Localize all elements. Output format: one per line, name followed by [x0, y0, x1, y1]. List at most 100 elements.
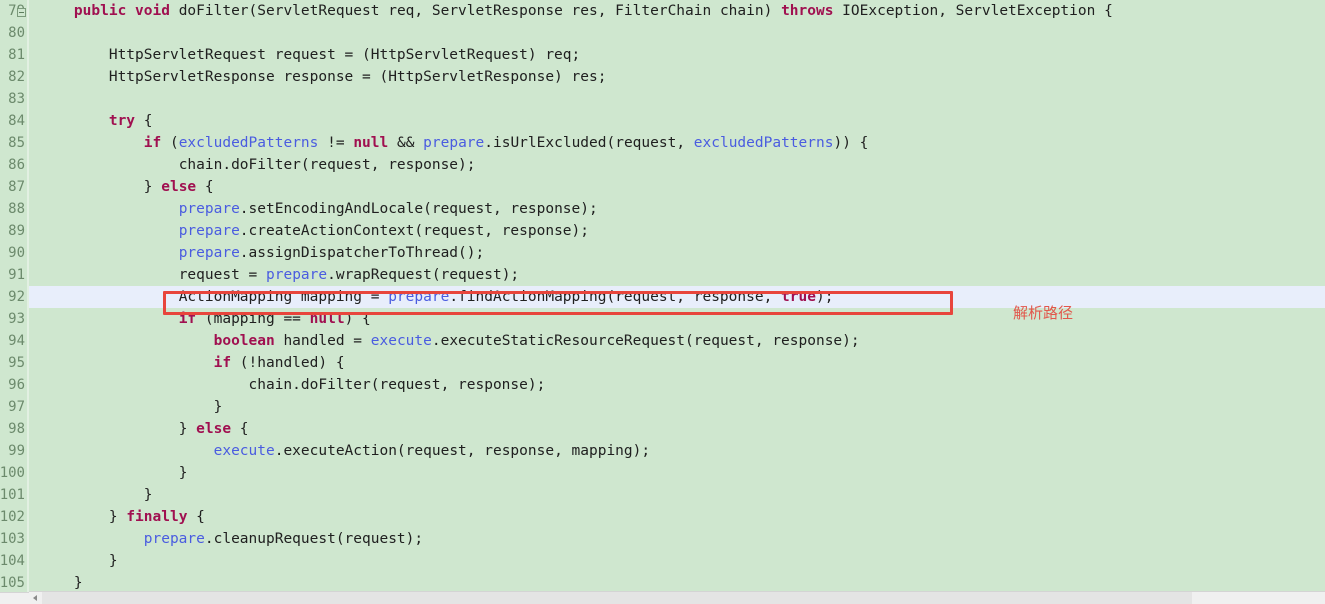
code-line[interactable]: prepare.cleanupRequest(request);: [29, 528, 1325, 550]
code-line[interactable]: HttpServletResponse response = (HttpServ…: [29, 66, 1325, 88]
code-line[interactable]: if (excludedPatterns != null && prepare.…: [29, 132, 1325, 154]
code-line[interactable]: try {: [29, 110, 1325, 132]
line-number: 96: [8, 377, 25, 393]
code-text: {: [196, 179, 214, 195]
code-field-identifier: prepare: [423, 135, 485, 151]
code-line[interactable]: } else {: [29, 418, 1325, 440]
code-keyword: if: [143, 135, 162, 151]
code-field-identifier: prepare: [143, 531, 205, 547]
code-line[interactable]: chain.doFilter(request, response);: [29, 154, 1325, 176]
horizontal-scrollbar-thumb[interactable]: [42, 592, 1192, 604]
line-number: 91: [8, 267, 25, 283]
line-number: 93: [8, 311, 25, 327]
code-line[interactable]: }: [29, 484, 1325, 506]
code-keyword: finally: [126, 509, 188, 525]
code-text: }: [178, 465, 188, 481]
code-keyword: throws: [781, 3, 834, 19]
code-text: .createActionContext(request, response);: [239, 223, 589, 239]
line-number: 103: [0, 531, 25, 547]
code-line[interactable]: execute.executeAction(request, response,…: [29, 440, 1325, 462]
horizontal-scrollbar[interactable]: [29, 591, 1325, 604]
code-text: )) {: [833, 135, 869, 151]
line-number: 102: [0, 509, 25, 525]
code-text: HttpServletRequest request = (HttpServle…: [108, 47, 581, 63]
code-line[interactable]: [29, 88, 1325, 110]
code-keyword: else: [196, 421, 232, 437]
code-line[interactable]: request = prepare.wrapRequest(request);: [29, 264, 1325, 286]
line-number: 85: [8, 135, 25, 151]
code-fold-marker-icon[interactable]: [17, 8, 26, 17]
scroll-left-arrow-icon[interactable]: [29, 592, 42, 604]
code-text: .wrapRequest(request);: [327, 267, 520, 283]
line-number: 88: [8, 201, 25, 217]
code-text: (!handled) {: [231, 355, 345, 371]
code-line[interactable]: prepare.setEncodingAndLocale(request, re…: [29, 198, 1325, 220]
code-text: }: [213, 399, 223, 415]
code-text: request =: [178, 267, 266, 283]
line-number: 83: [8, 91, 25, 107]
code-text: HttpServletResponse response = (HttpServ…: [108, 69, 607, 85]
line-number: 100: [0, 465, 25, 481]
code-text: }: [108, 509, 127, 525]
code-keyword: public: [73, 3, 127, 19]
line-number: 81: [8, 47, 25, 63]
code-keyword: else: [161, 179, 197, 195]
line-number: 104: [0, 553, 25, 569]
line-number: 105: [0, 575, 25, 591]
code-field-identifier: excludedPatterns: [178, 135, 319, 151]
code-line[interactable]: [29, 22, 1325, 44]
code-editor-view: 7980818283848586878889909192939495969798…: [0, 0, 1325, 604]
code-line[interactable]: if (!handled) {: [29, 352, 1325, 374]
code-line[interactable]: prepare.createActionContext(request, res…: [29, 220, 1325, 242]
line-number: 99: [8, 443, 25, 459]
code-keyword: null: [353, 135, 389, 151]
line-number: 92: [8, 289, 25, 305]
code-line[interactable]: boolean handled = execute.executeStaticR…: [29, 330, 1325, 352]
code-text: &&: [388, 135, 424, 151]
scrollbar-corner: [0, 592, 29, 604]
code-field-identifier: prepare: [178, 201, 240, 217]
code-text: }: [143, 487, 153, 503]
code-line[interactable]: HttpServletRequest request = (HttpServle…: [29, 44, 1325, 66]
line-number: 84: [8, 113, 25, 129]
code-line[interactable]: public void doFilter(ServletRequest req,…: [29, 0, 1325, 22]
line-number: 94: [8, 333, 25, 349]
code-line[interactable]: } else {: [29, 176, 1325, 198]
code-keyword: boolean: [213, 333, 275, 349]
code-line[interactable]: prepare.assignDispatcherToThread();: [29, 242, 1325, 264]
code-line[interactable]: }: [29, 396, 1325, 418]
code-field-identifier: excludedPatterns: [693, 135, 834, 151]
code-line[interactable]: } finally {: [29, 506, 1325, 528]
code-field-identifier: prepare: [266, 267, 328, 283]
line-number: 98: [8, 421, 25, 437]
code-line[interactable]: }: [29, 462, 1325, 484]
code-text: .cleanupRequest(request);: [204, 531, 424, 547]
code-line[interactable]: }: [29, 572, 1325, 592]
code-text: chain.doFilter(request, response);: [248, 377, 546, 393]
annotation-label: 解析路径: [1013, 304, 1074, 322]
code-text: .assignDispatcherToThread();: [239, 245, 485, 261]
code-line[interactable]: chain.doFilter(request, response);: [29, 374, 1325, 396]
code-keyword: try: [108, 113, 136, 129]
code-field-identifier: prepare: [178, 223, 240, 239]
code-line[interactable]: }: [29, 550, 1325, 572]
code-text: {: [135, 113, 153, 129]
line-number: 95: [8, 355, 25, 371]
